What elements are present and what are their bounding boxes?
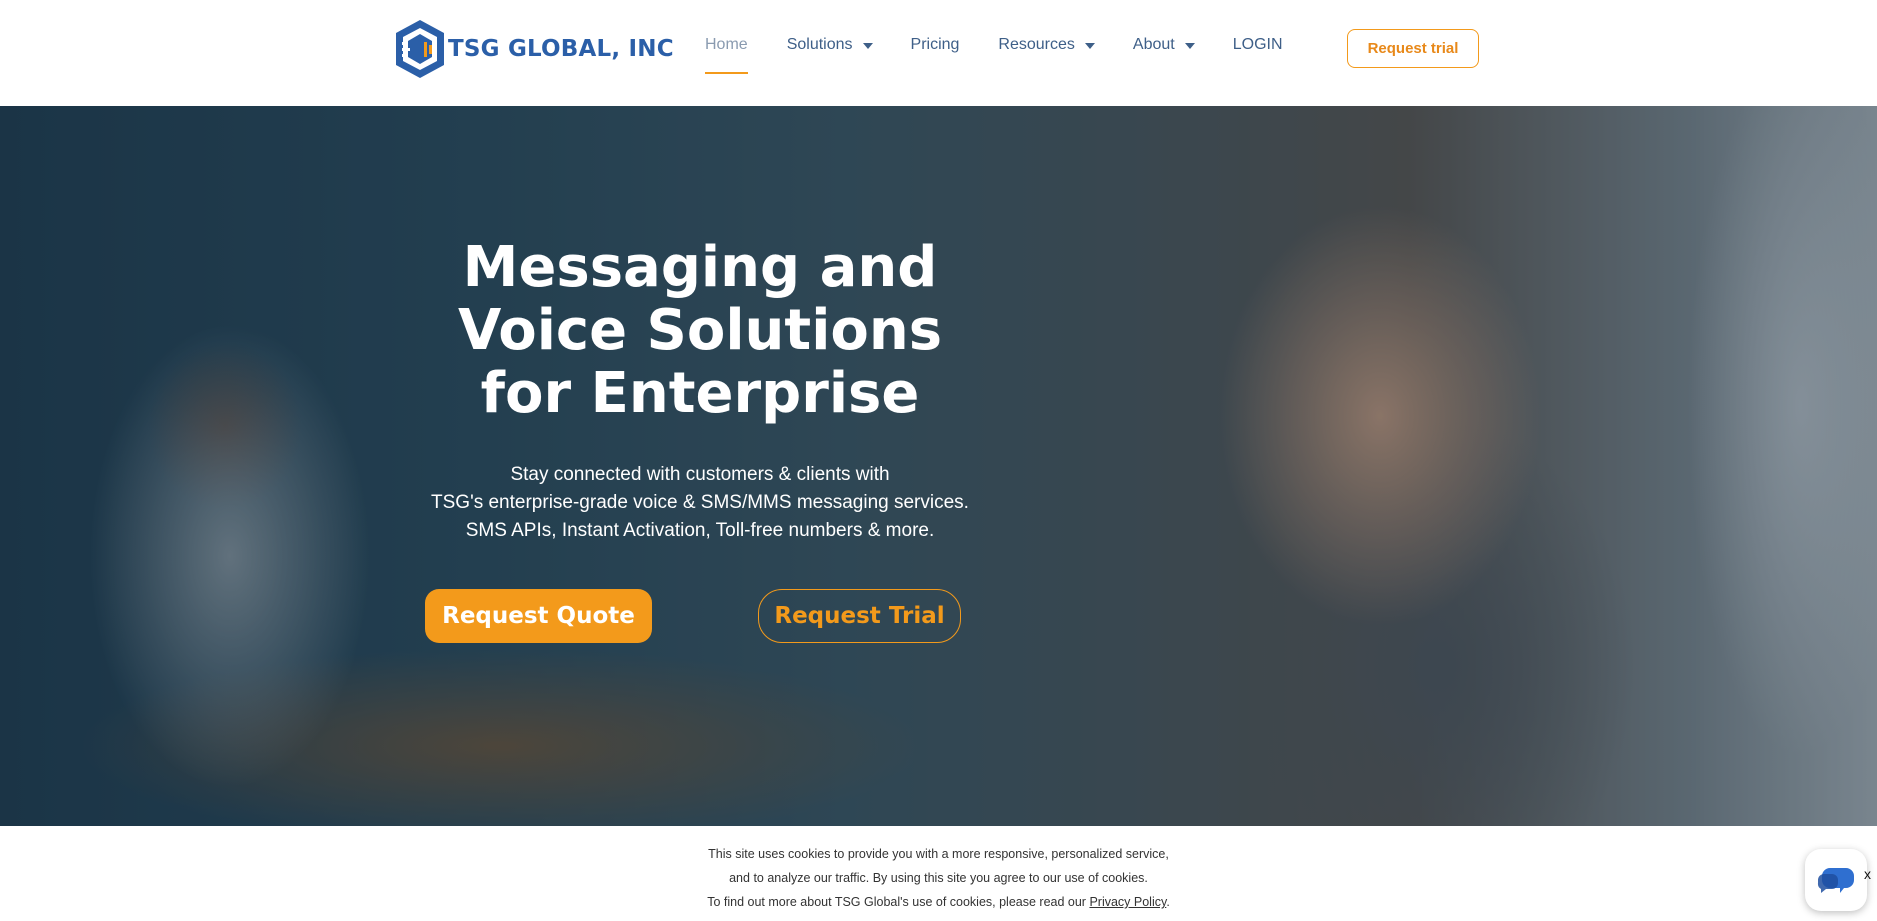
privacy-policy-link[interactable]: Privacy Policy [1089, 895, 1166, 909]
nav-item-about[interactable]: About [1133, 36, 1195, 54]
nav-item-label: Pricing [910, 36, 960, 53]
caret-down-icon [862, 43, 873, 49]
cookie-text-line: To find out more about TSG Global's use … [0, 890, 1877, 914]
cookie-text-suffix: . [1166, 895, 1170, 909]
main-nav: Home Solutions Pricing Resources About L… [705, 36, 1283, 74]
nav-item-label: About [1132, 36, 1175, 53]
nav-item-login[interactable]: LOGIN [1233, 36, 1283, 54]
hero-title-line: for Enterprise [480, 361, 920, 426]
nav-item-label: Resources [998, 36, 1075, 53]
hero-subtitle: Stay connected with customers & clients … [360, 461, 1040, 545]
hero-actions: Request Quote Request Trial [425, 589, 961, 643]
hero-section: Messaging and Voice Solutions for Enterp… [0, 106, 1877, 826]
hero-subtitle-line: TSG's enterprise-grade voice & SMS/MMS m… [431, 492, 969, 513]
hero-content: Messaging and Voice Solutions for Enterp… [360, 236, 1040, 545]
logo[interactable]: TSG GLOBAL, INC [394, 18, 674, 80]
hero-subtitle-line: Stay connected with customers & clients … [510, 464, 890, 485]
cookie-text-line: This site uses cookies to provide you wi… [708, 847, 1169, 861]
request-quote-button[interactable]: Request Quote [425, 589, 652, 643]
chat-widget-button[interactable] [1805, 849, 1867, 911]
cookie-text-line: and to analyze our traffic. By using thi… [729, 871, 1148, 885]
hero-title-line: Voice Solutions [457, 298, 943, 363]
nav-item-home[interactable]: Home [705, 36, 748, 74]
site-header: TSG GLOBAL, INC Home Solutions Pricing R… [0, 0, 1877, 106]
caret-down-icon [1184, 43, 1195, 49]
nav-item-label: Solutions [786, 36, 853, 53]
hero-title: Messaging and Voice Solutions for Enterp… [360, 236, 1040, 425]
nav-item-label: LOGIN [1232, 36, 1283, 53]
request-trial-hero-button[interactable]: Request Trial [758, 589, 961, 643]
nav-item-label: Home [705, 36, 748, 53]
chat-bubbles-icon [1817, 868, 1854, 893]
brand-name: TSG GLOBAL, INC [448, 36, 674, 62]
cookie-close-button[interactable]: x [1864, 866, 1871, 882]
caret-down-icon [1084, 43, 1095, 49]
nav-item-resources[interactable]: Resources [998, 36, 1095, 54]
nav-item-solutions[interactable]: Solutions [787, 36, 873, 54]
hero-title-line: Messaging and [462, 235, 938, 300]
cookie-text-prefix: To find out more about TSG Global's use … [707, 895, 1090, 909]
hero-subtitle-line: SMS APIs, Instant Activation, Toll-free … [465, 520, 935, 541]
nav-item-pricing[interactable]: Pricing [911, 36, 960, 54]
request-trial-button[interactable]: Request trial [1347, 29, 1479, 68]
cookie-banner: This site uses cookies to provide you wi… [0, 826, 1877, 921]
hexagon-shield-icon [396, 20, 444, 78]
